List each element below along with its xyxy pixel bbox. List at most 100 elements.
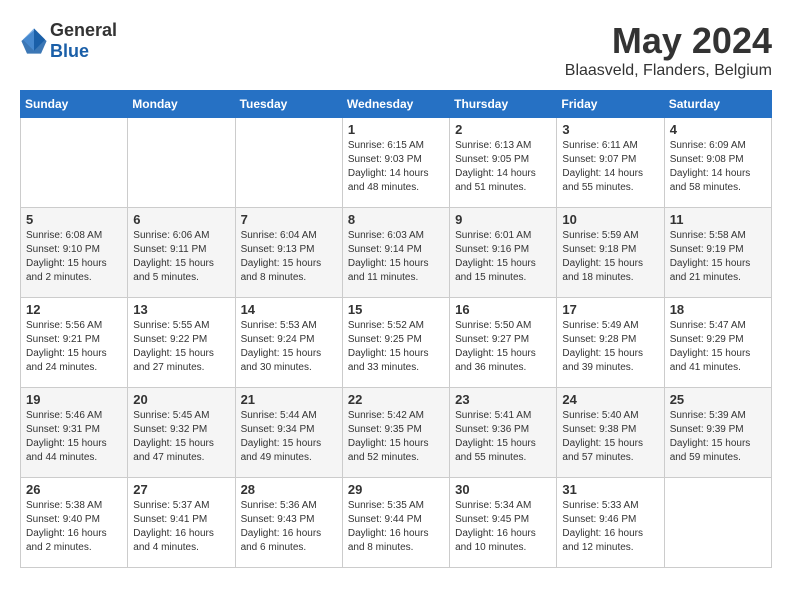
day-cell: 12 Sunrise: 5:56 AM Sunset: 9:21 PM Dayli… [21,298,128,388]
column-header-sunday: Sunday [21,91,128,118]
day-number: 27 [133,482,229,497]
day-cell: 8 Sunrise: 6:03 AM Sunset: 9:14 PM Daylig… [342,208,449,298]
day-number: 7 [241,212,337,227]
logo-general: General [50,20,117,40]
day-info: Sunrise: 5:50 AM Sunset: 9:27 PM Dayligh… [455,319,551,375]
day-number: 28 [241,482,337,497]
day-cell: 17 Sunrise: 5:49 AM Sunset: 9:28 PM Dayli… [557,298,664,388]
week-row-5: 26 Sunrise: 5:38 AM Sunset: 9:40 PM Dayli… [21,478,772,568]
column-header-wednesday: Wednesday [342,91,449,118]
day-cell: 6Sunrise: 6:06 AM Sunset: 9:11 PM Daylig… [128,208,235,298]
day-cell: 31Sunrise: 5:33 AM Sunset: 9:46 PM Dayli… [557,478,664,568]
day-info: Sunrise: 6:13 AM Sunset: 9:05 PM Dayligh… [455,139,551,195]
day-number: 24 [562,392,658,407]
day-info: Sunrise: 5:38 AM Sunset: 9:40 PM Dayligh… [26,499,122,555]
day-cell: 21Sunrise: 5:44 AM Sunset: 9:34 PM Dayli… [235,388,342,478]
day-info: Sunrise: 5:55 AM Sunset: 9:22 PM Dayligh… [133,319,229,375]
day-info: Sunrise: 6:01 AM Sunset: 9:16 PM Dayligh… [455,229,551,285]
day-number: 25 [670,392,766,407]
week-row-4: 19 Sunrise: 5:46 AM Sunset: 9:31 PM Dayli… [21,388,772,478]
day-cell [21,118,128,208]
day-number: 29 [348,482,444,497]
day-number: 8 [348,212,444,227]
day-info: Sunrise: 6:06 AM Sunset: 9:11 PM Dayligh… [133,229,229,285]
day-info: Sunrise: 5:33 AM Sunset: 9:46 PM Dayligh… [562,499,658,555]
day-number: 9 [455,212,551,227]
day-info: Sunrise: 6:08 AM Sunset: 9:10 PM Dayligh… [26,229,122,285]
day-number: 4 [670,122,766,137]
day-number: 30 [455,482,551,497]
day-cell: 5 Sunrise: 6:08 AM Sunset: 9:10 PM Daylig… [21,208,128,298]
day-cell [128,118,235,208]
day-info: Sunrise: 6:09 AM Sunset: 9:08 PM Dayligh… [670,139,766,195]
day-info: Sunrise: 5:42 AM Sunset: 9:35 PM Dayligh… [348,409,444,465]
day-info: Sunrise: 5:41 AM Sunset: 9:36 PM Dayligh… [455,409,551,465]
day-cell: 20 Sunrise: 5:45 AM Sunset: 9:32 PM Dayli… [128,388,235,478]
day-info: Sunrise: 5:49 AM Sunset: 9:28 PM Dayligh… [562,319,658,375]
day-info: Sunrise: 5:53 AM Sunset: 9:24 PM Dayligh… [241,319,337,375]
day-info: Sunrise: 5:34 AM Sunset: 9:45 PM Dayligh… [455,499,551,555]
day-cell: 18 Sunrise: 5:47 AM Sunset: 9:29 PM Dayli… [664,298,771,388]
day-info: Sunrise: 5:46 AM Sunset: 9:31 PM Dayligh… [26,409,122,465]
day-number: 1 [348,122,444,137]
day-cell: 10Sunrise: 5:59 AM Sunset: 9:18 PM Dayli… [557,208,664,298]
day-number: 16 [455,302,551,317]
day-cell: 28 Sunrise: 5:36 AM Sunset: 9:43 PM Dayli… [235,478,342,568]
day-number: 12 [26,302,122,317]
day-info: Sunrise: 5:37 AM Sunset: 9:41 PM Dayligh… [133,499,229,555]
day-cell: 22 Sunrise: 5:42 AM Sunset: 9:35 PM Dayli… [342,388,449,478]
day-number: 26 [26,482,122,497]
day-cell: 25Sunrise: 5:39 AM Sunset: 9:39 PM Dayli… [664,388,771,478]
day-cell: 13 Sunrise: 5:55 AM Sunset: 9:22 PM Dayli… [128,298,235,388]
day-cell: 24 Sunrise: 5:40 AM Sunset: 9:38 PM Dayli… [557,388,664,478]
logo: General Blue [20,20,117,62]
day-number: 11 [670,212,766,227]
day-number: 20 [133,392,229,407]
day-cell: 23 Sunrise: 5:41 AM Sunset: 9:36 PM Dayli… [450,388,557,478]
day-number: 18 [670,302,766,317]
logo-text: General Blue [50,20,117,62]
logo-icon [20,27,48,55]
day-number: 22 [348,392,444,407]
logo-blue: Blue [50,41,89,61]
day-info: Sunrise: 5:47 AM Sunset: 9:29 PM Dayligh… [670,319,766,375]
day-info: Sunrise: 5:36 AM Sunset: 9:43 PM Dayligh… [241,499,337,555]
day-info: Sunrise: 6:11 AM Sunset: 9:07 PM Dayligh… [562,139,658,195]
day-cell: 19 Sunrise: 5:46 AM Sunset: 9:31 PM Dayli… [21,388,128,478]
day-info: Sunrise: 6:03 AM Sunset: 9:14 PM Dayligh… [348,229,444,285]
header-row: SundayMondayTuesdayWednesdayThursdayFrid… [21,91,772,118]
day-number: 2 [455,122,551,137]
day-number: 17 [562,302,658,317]
month-title: May 2024 [565,20,772,62]
day-cell: 4 Sunrise: 6:09 AM Sunset: 9:08 PM Daylig… [664,118,771,208]
day-cell: 26 Sunrise: 5:38 AM Sunset: 9:40 PM Dayli… [21,478,128,568]
day-cell: 15 Sunrise: 5:52 AM Sunset: 9:25 PM Dayli… [342,298,449,388]
day-info: Sunrise: 6:15 AM Sunset: 9:03 PM Dayligh… [348,139,444,195]
day-number: 19 [26,392,122,407]
day-info: Sunrise: 5:52 AM Sunset: 9:25 PM Dayligh… [348,319,444,375]
calendar-table: SundayMondayTuesdayWednesdayThursdayFrid… [20,90,772,568]
day-cell: 9 Sunrise: 6:01 AM Sunset: 9:16 PM Daylig… [450,208,557,298]
column-header-saturday: Saturday [664,91,771,118]
day-info: Sunrise: 6:04 AM Sunset: 9:13 PM Dayligh… [241,229,337,285]
location-title: Blaasveld, Flanders, Belgium [565,62,772,80]
day-number: 5 [26,212,122,227]
page-header: General Blue May 2024 Blaasveld, Flander… [20,20,772,80]
column-header-thursday: Thursday [450,91,557,118]
day-cell: 7 Sunrise: 6:04 AM Sunset: 9:13 PM Daylig… [235,208,342,298]
day-number: 15 [348,302,444,317]
day-number: 13 [133,302,229,317]
title-section: May 2024 Blaasveld, Flanders, Belgium [565,20,772,80]
day-number: 23 [455,392,551,407]
week-row-3: 12 Sunrise: 5:56 AM Sunset: 9:21 PM Dayli… [21,298,772,388]
day-cell: 2 Sunrise: 6:13 AM Sunset: 9:05 PM Daylig… [450,118,557,208]
day-number: 14 [241,302,337,317]
day-info: Sunrise: 5:40 AM Sunset: 9:38 PM Dayligh… [562,409,658,465]
day-cell [664,478,771,568]
day-info: Sunrise: 5:58 AM Sunset: 9:19 PM Dayligh… [670,229,766,285]
day-info: Sunrise: 5:35 AM Sunset: 9:44 PM Dayligh… [348,499,444,555]
column-header-friday: Friday [557,91,664,118]
day-info: Sunrise: 5:45 AM Sunset: 9:32 PM Dayligh… [133,409,229,465]
day-cell: 16 Sunrise: 5:50 AM Sunset: 9:27 PM Dayli… [450,298,557,388]
day-info: Sunrise: 5:56 AM Sunset: 9:21 PM Dayligh… [26,319,122,375]
